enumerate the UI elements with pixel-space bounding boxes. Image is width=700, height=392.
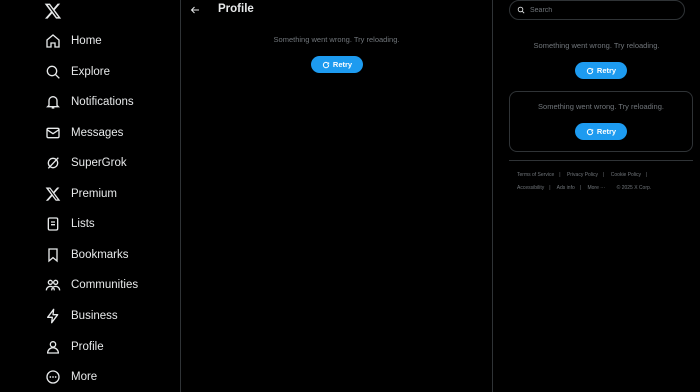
error-message: Something went wrong. Try reloading. [538,102,664,111]
footer-more-link[interactable]: More ··· [587,185,605,191]
nav-label: Business [71,310,118,322]
main-column: Profile Something went wrong. Try reload… [180,0,493,392]
nav-supergrok[interactable]: SuperGrok [44,151,127,175]
person-icon [44,338,62,356]
right-column: Something went wrong. Try reloading. Ret… [493,0,700,392]
nav-label: Communities [71,279,139,291]
nav-label: SuperGrok [71,157,127,169]
nav-label: Lists [71,218,95,230]
list-icon [44,215,62,233]
footer-terms-link[interactable]: Terms of Service [517,172,554,178]
footer-links-row-2: Accessibility | Ads info | More ··· © 2025… [517,185,652,191]
nav-more[interactable]: More [44,365,97,389]
sidebar: Home Explore Notifications Messages Supe… [0,0,180,392]
more-circle-icon [44,368,62,386]
nav-label: Explore [71,66,110,78]
sidebar-panel: Something went wrong. Try reloading. Ret… [509,91,693,152]
people-icon [44,276,62,294]
error-message: Something went wrong. Try reloading. [273,35,400,44]
nav-label: Profile [71,341,104,353]
back-arrow-icon[interactable] [189,3,203,17]
search-icon [517,6,525,14]
refresh-icon [586,67,594,74]
search-box[interactable] [509,0,685,20]
nav-label: Messages [71,127,124,139]
nav-label: Home [71,35,102,47]
nav-home[interactable]: Home [44,29,102,53]
search-input[interactable] [528,5,672,15]
footer-links-row-1: Terms of Service | Privacy Policy | Cookie… [517,172,648,178]
nav-business[interactable]: Business [44,304,118,328]
retry-label: Retry [332,60,353,69]
x-logo-icon[interactable] [44,2,62,20]
retry-button[interactable]: Retry [311,56,363,73]
nav-label: Bookmarks [71,249,129,261]
nav-label: Notifications [71,96,134,108]
profile-header: Profile [181,0,492,22]
nav-label: Premium [71,188,118,200]
nav-label: More [71,371,98,383]
retry-label: Retry [596,127,617,136]
refresh-icon [586,128,594,135]
page-title: Profile [218,3,254,15]
footer-copyright: © 2025 X Corp. [616,185,652,191]
nav-lists[interactable]: Lists [44,212,95,236]
envelope-icon [44,124,62,142]
footer-privacy-link[interactable]: Privacy Policy [567,172,598,178]
bookmark-icon [44,246,62,264]
search-icon [44,63,62,81]
footer-cookie-link[interactable]: Cookie Policy [611,172,641,178]
bell-icon [44,93,62,111]
lightning-icon [44,307,62,325]
footer-accessibility-link[interactable]: Accessibility [517,185,544,191]
retry-button[interactable]: Retry [575,62,627,79]
footer-ads-link[interactable]: Ads info [557,185,575,191]
nav-messages[interactable]: Messages [44,121,123,145]
home-icon [44,32,62,50]
refresh-icon [322,61,330,68]
x-logo-icon [44,185,62,203]
grok-icon [44,154,62,172]
nav-bookmarks[interactable]: Bookmarks [44,243,129,267]
nav-notifications[interactable]: Notifications [44,90,134,114]
error-message: Something went wrong. Try reloading. [533,41,660,50]
nav-communities[interactable]: Communities [44,273,138,297]
retry-button[interactable]: Retry [575,123,627,140]
nav-explore[interactable]: Explore [44,60,110,84]
retry-label: Retry [596,66,617,75]
nav-profile[interactable]: Profile [44,335,104,359]
divider [509,160,693,161]
nav-premium[interactable]: Premium [44,182,117,206]
